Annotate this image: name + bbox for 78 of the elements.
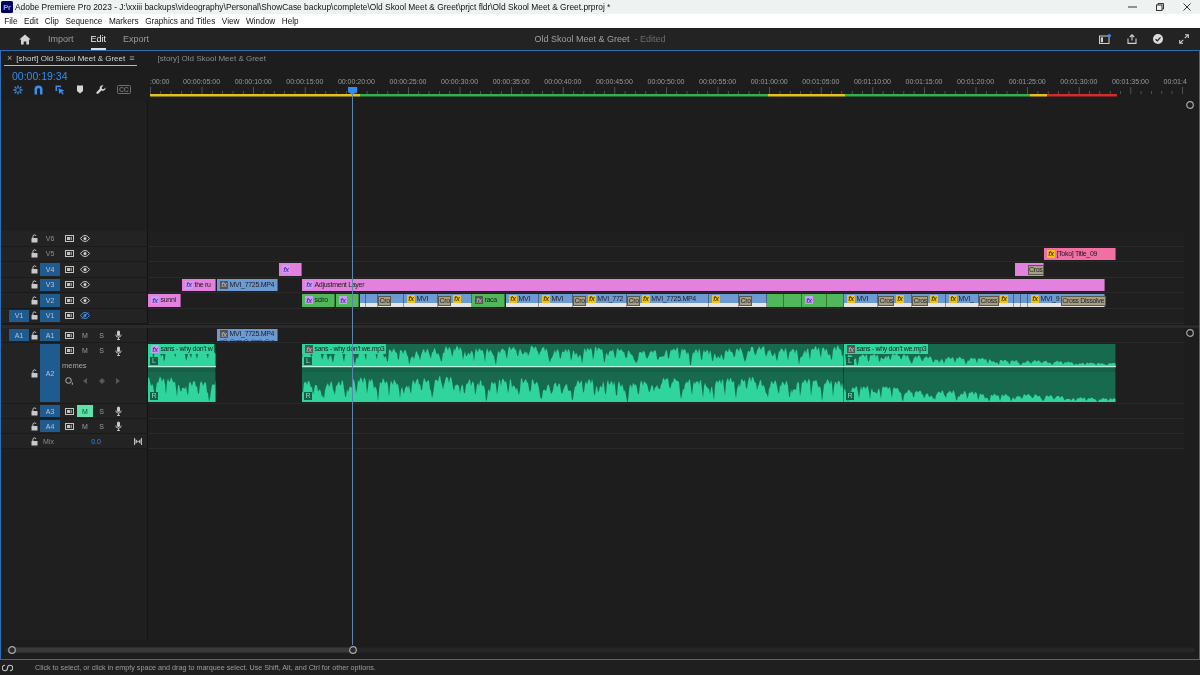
microphone-icon[interactable] — [114, 406, 122, 416]
lock-open-icon[interactable] — [31, 368, 38, 378]
lock-open-icon[interactable] — [31, 264, 38, 274]
eye-icon[interactable] — [80, 265, 90, 273]
eye-icon[interactable] — [80, 250, 90, 258]
ring-icon[interactable] — [64, 376, 74, 385]
filmstrip-icon[interactable] — [64, 407, 74, 415]
restore-icon[interactable] — [1155, 3, 1164, 11]
marker-icon[interactable] — [76, 85, 84, 94]
lock-open-icon[interactable] — [31, 421, 38, 431]
loop-icon — [2, 663, 13, 672]
eye-icon[interactable] — [80, 296, 90, 304]
panel-tab[interactable]: [short] Old Skool Meet & Greet — [16, 53, 126, 63]
expand-icon[interactable] — [1179, 34, 1189, 44]
menu-item[interactable]: Graphics and Titles — [141, 16, 219, 26]
eye-slash-icon[interactable] — [80, 312, 90, 320]
panel-menu-button[interactable]: ≡ — [129, 53, 135, 63]
microphone-icon[interactable] — [114, 330, 122, 340]
scroll-handle-icon[interactable] — [1186, 100, 1194, 109]
video-clip[interactable] — [767, 294, 784, 307]
video-clip[interactable] — [827, 294, 844, 307]
filmstrip-icon[interactable] — [64, 331, 74, 339]
project-title: Old Skool Meet & Greet — [534, 34, 630, 44]
close-icon[interactable] — [1182, 3, 1191, 11]
lock-open-icon[interactable] — [31, 233, 38, 243]
microphone-icon[interactable] — [114, 421, 122, 431]
workspace-tab[interactable]: Export — [123, 28, 150, 50]
menu-item[interactable]: Edit — [20, 16, 42, 26]
video-clip[interactable] — [1014, 294, 1021, 307]
video-clip[interactable] — [360, 294, 366, 307]
filmstrip-icon[interactable] — [64, 234, 74, 242]
layout-icon[interactable] — [1099, 34, 1111, 44]
lock-open-icon[interactable] — [31, 330, 38, 340]
lock-open-icon[interactable] — [31, 406, 38, 416]
magnet-icon[interactable] — [34, 84, 43, 95]
video-clip[interactable] — [1021, 294, 1028, 307]
video-clip[interactable] — [784, 294, 802, 307]
pointer-icon[interactable] — [54, 84, 65, 95]
lock-open-icon[interactable] — [31, 436, 38, 446]
lock-open-icon[interactable] — [31, 311, 38, 321]
starburst-icon[interactable] — [12, 84, 23, 95]
wrench-icon[interactable] — [95, 84, 106, 95]
filmstrip-icon[interactable] — [64, 281, 74, 289]
filmstrip-icon[interactable] — [64, 347, 74, 354]
menu-item[interactable]: Help — [278, 16, 302, 26]
window-title: Adobe Premiere Pro 2023 - J:\xxiii backups\videography\Personal\ShowCase backup\complete\Old Skool Meet & Greet\prjct fldr\Old Skool Meet & Greet.prproj * — [15, 2, 611, 12]
menu-item[interactable]: Sequence — [62, 16, 106, 26]
filmstrip-icon[interactable] — [64, 312, 74, 320]
edit-status: - Edited — [634, 34, 666, 44]
lock-open-icon[interactable] — [31, 295, 38, 305]
filmstrip-icon[interactable] — [64, 265, 74, 273]
filmstrip-icon[interactable] — [64, 296, 74, 304]
video-clip[interactable] — [366, 294, 378, 307]
eye-icon[interactable] — [80, 234, 90, 242]
panel-tab[interactable]: [story] Old Skool Meet & Greet — [157, 53, 266, 63]
lock-open-icon[interactable] — [31, 249, 38, 259]
microphone-icon[interactable] — [114, 345, 122, 356]
filmstrip-icon[interactable] — [64, 422, 74, 430]
menu-item[interactable]: View — [218, 16, 243, 26]
home-icon[interactable] — [19, 33, 31, 45]
filmstrip-icon[interactable] — [64, 250, 74, 258]
bowtie-icon[interactable] — [134, 437, 142, 445]
eye-icon[interactable] — [80, 281, 90, 289]
menu-item[interactable]: Window — [242, 16, 279, 26]
menu-item[interactable]: Markers — [105, 16, 142, 26]
scroll-handle-icon[interactable] — [1186, 328, 1194, 337]
menu-item[interactable]: File — [1, 16, 21, 26]
workspace-tab[interactable]: Edit — [90, 28, 107, 50]
timecode[interactable]: 00:00:19:34 — [12, 70, 68, 82]
workspace-tab[interactable]: Import — [48, 28, 74, 50]
playhead-handle[interactable] — [347, 87, 357, 95]
lock-open-icon[interactable] — [31, 280, 38, 290]
audio-waveform — [220, 338, 274, 342]
check-circle-icon[interactable] — [1153, 34, 1163, 44]
menu-item[interactable]: Clip — [41, 16, 63, 26]
close-button[interactable]: × — [7, 53, 13, 63]
horizontal-scrollbar[interactable] — [5, 645, 1195, 654]
share-icon[interactable] — [1127, 34, 1137, 44]
